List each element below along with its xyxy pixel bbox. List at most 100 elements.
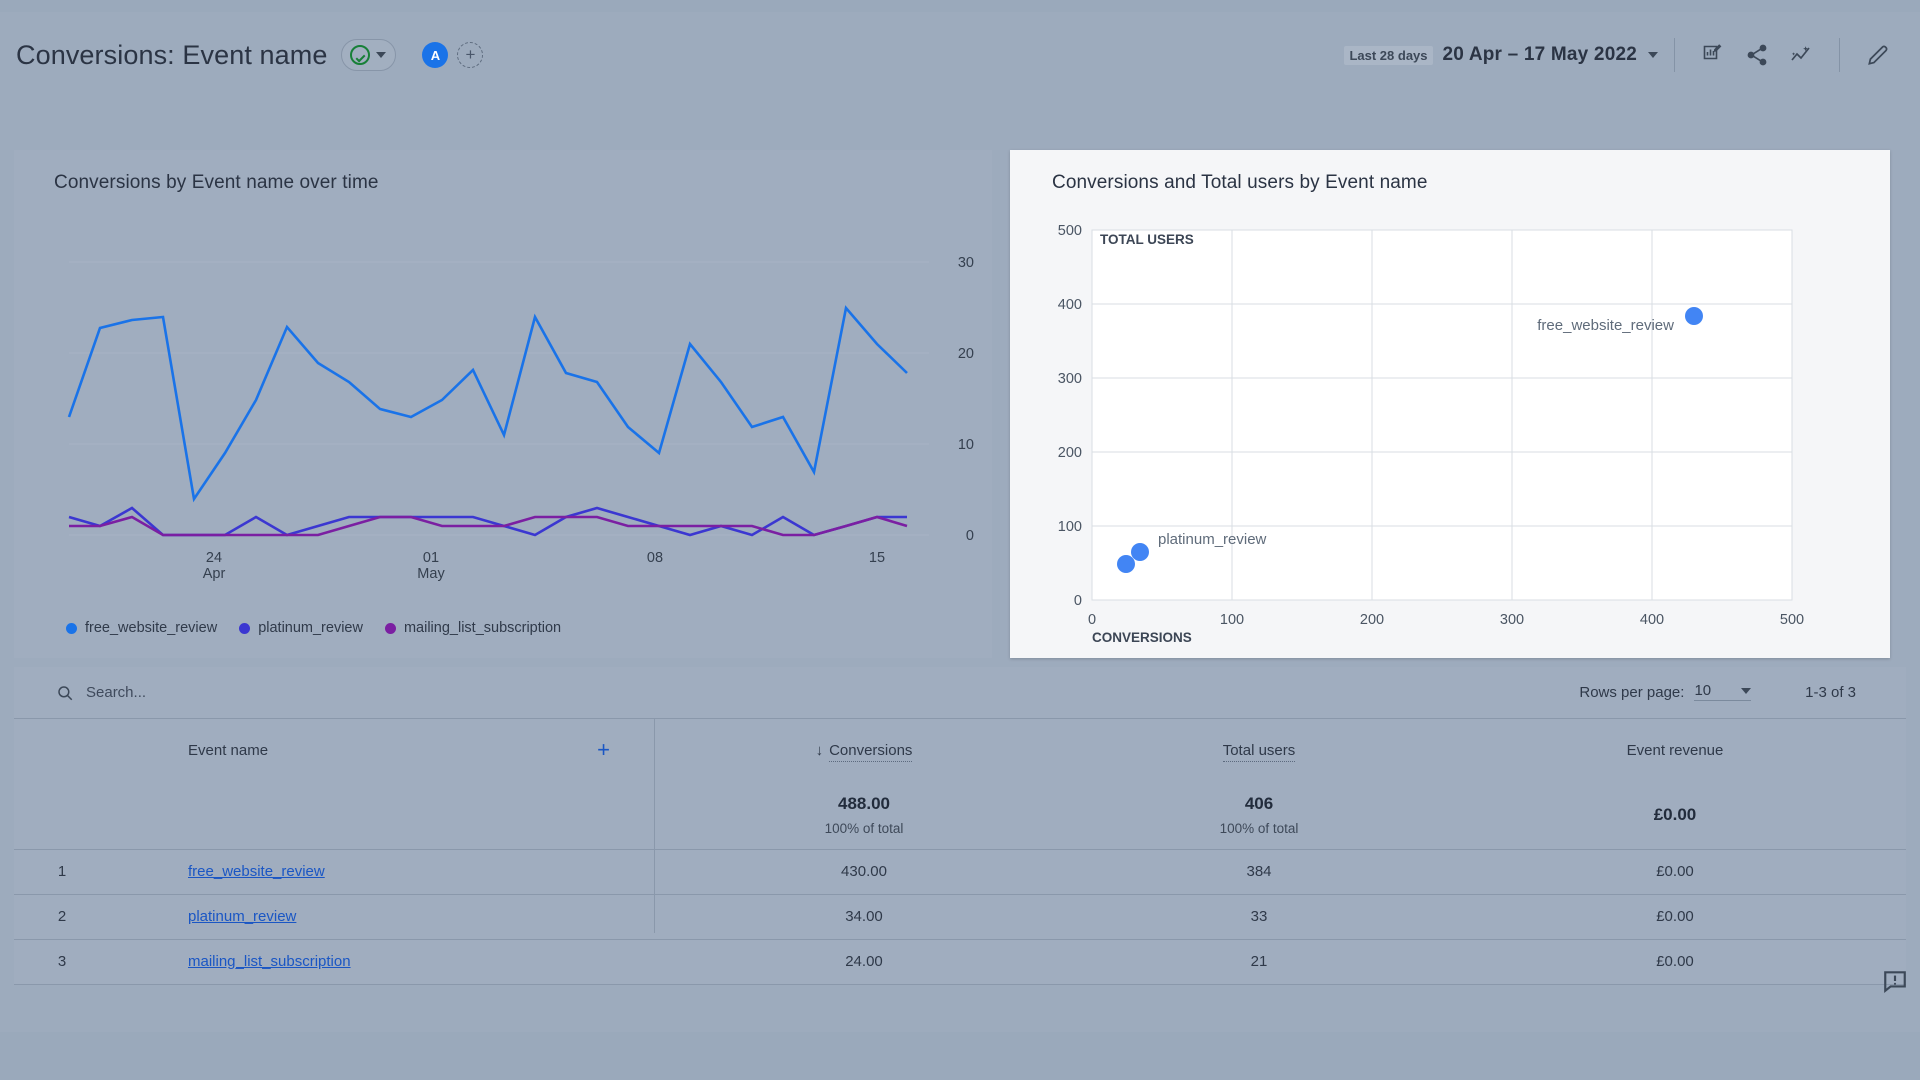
legend-label: platinum_review — [258, 620, 363, 636]
y-axis-ticks: 500 400 300 200 100 0 — [1058, 223, 1082, 609]
table-header-row: Event name + ↓Conversions Total users — [14, 719, 1906, 781]
legend-dot-icon — [385, 623, 396, 634]
title-block: Conversions: Event name A + — [0, 39, 483, 71]
search-box[interactable]: Search... — [14, 684, 146, 702]
svg-text:100: 100 — [1220, 612, 1244, 628]
svg-text:100: 100 — [1058, 519, 1082, 535]
add-user-button[interactable]: + — [457, 42, 483, 68]
row-index: 3 — [14, 939, 110, 984]
date-range-chevron-down-icon[interactable] — [1648, 52, 1658, 58]
header-conversions[interactable]: ↓Conversions — [654, 719, 1074, 781]
row-name-link[interactable]: free_website_review — [188, 863, 325, 880]
scatter-chart-plot: 500 400 300 200 100 0 0 100 200 300 — [1010, 206, 1890, 651]
edit-chart-icon[interactable] — [1691, 33, 1735, 77]
scatter-point-platinum-review — [1131, 543, 1149, 561]
row-name-cell[interactable]: platinum_review — [110, 894, 654, 939]
x-axis-title: CONVERSIONS — [1092, 630, 1192, 645]
charts-row: Conversions by Event name over time 30 — [14, 140, 1906, 660]
header-actions: Last 28 days 20 Apr – 17 May 2022 — [1344, 33, 1920, 77]
row-conversions: 430.00 — [654, 849, 1074, 894]
table-toolbar: Search... Rows per page: 10 1-3 of 3 — [14, 667, 1906, 719]
search-input[interactable]: Search... — [86, 684, 146, 701]
table-column-divider — [654, 719, 655, 933]
totals-index — [14, 781, 110, 849]
series-free-website-review — [69, 308, 907, 499]
scatter-chart-svg: 500 400 300 200 100 0 0 100 200 300 — [1010, 206, 1890, 646]
row-name-link[interactable]: mailing_list_subscription — [188, 953, 351, 970]
totals-total-users: 406 100% of total — [1074, 781, 1444, 849]
svg-text:May: May — [417, 566, 445, 582]
share-icon[interactable] — [1735, 33, 1779, 77]
status-dropdown[interactable] — [341, 39, 396, 71]
svg-text:0: 0 — [966, 528, 974, 544]
svg-text:200: 200 — [1058, 445, 1082, 461]
header-index — [14, 719, 110, 781]
svg-text:Apr: Apr — [203, 566, 226, 582]
svg-text:400: 400 — [1640, 612, 1664, 628]
row-total-users: 33 — [1074, 894, 1444, 939]
line-chart-svg: 30 20 10 0 24Apr 01May 08 15 — [14, 210, 992, 610]
totals-event-revenue: £0.00 — [1444, 781, 1906, 849]
row-name-cell[interactable]: mailing_list_subscription — [110, 939, 654, 984]
feedback-button[interactable] — [1878, 964, 1912, 998]
scatter-point-free-website-review — [1685, 307, 1703, 325]
table-row[interactable]: 2 platinum_review 34.00 33 £0.00 — [14, 894, 1906, 939]
row-name-cell[interactable]: free_website_review — [110, 849, 654, 894]
legend-item-platinum-review[interactable]: platinum_review — [239, 620, 363, 636]
svg-text:0: 0 — [1088, 612, 1096, 628]
legend-dot-icon — [239, 623, 250, 634]
scatter-point-mailing-list-subscription — [1117, 555, 1135, 573]
page-title: Conversions: Event name — [16, 40, 327, 71]
date-range-text[interactable]: 20 Apr – 17 May 2022 — [1443, 44, 1637, 66]
rows-per-page-value: 10 — [1694, 682, 1711, 699]
header-event-name[interactable]: Event name + — [110, 719, 654, 781]
pencil-icon[interactable] — [1856, 33, 1900, 77]
totals-conversions-value: 488.00 — [654, 794, 1074, 814]
rows-per-page-label: Rows per page: — [1579, 684, 1684, 701]
legend-dot-icon — [66, 623, 77, 634]
row-conversions: 24.00 — [654, 939, 1074, 984]
pagination-range: 1-3 of 3 — [1805, 684, 1856, 701]
svg-text:15: 15 — [869, 550, 885, 566]
row-event-revenue: £0.00 — [1444, 939, 1906, 984]
totals-total-users-value: 406 — [1074, 794, 1444, 814]
date-range-chip: Last 28 days — [1344, 46, 1432, 65]
sort-descending-icon: ↓ — [816, 742, 824, 759]
row-index: 2 — [14, 894, 110, 939]
x-axis-ticks: 24Apr 01May 08 15 — [203, 550, 885, 582]
scatter-label-free-website-review: free_website_review — [1537, 317, 1674, 334]
table-row[interactable]: 3 mailing_list_subscription 24.00 21 £0.… — [14, 939, 1906, 984]
add-dimension-button[interactable]: + — [597, 739, 610, 761]
table-row[interactable]: 1 free_website_review 430.00 384 £0.00 — [14, 849, 1906, 894]
row-name-link[interactable]: platinum_review — [188, 908, 296, 925]
scatter-chart-card: Conversions and Total users by Event nam… — [1010, 150, 1890, 658]
x-axis-ticks: 0 100 200 300 400 500 — [1088, 612, 1804, 628]
scatter-chart-title: Conversions and Total users by Event nam… — [1010, 150, 1890, 194]
data-table-card: Search... Rows per page: 10 1-3 of 3 — [14, 667, 1906, 985]
totals-total-users-sub: 100% of total — [1074, 821, 1444, 836]
header-event-revenue[interactable]: Event revenue — [1444, 719, 1906, 781]
totals-event-revenue-value: £0.00 — [1444, 805, 1906, 825]
totals-name — [110, 781, 654, 849]
row-total-users: 384 — [1074, 849, 1444, 894]
svg-text:30: 30 — [958, 255, 974, 271]
line-chart-legend: free_website_review platinum_review mail… — [66, 620, 561, 636]
check-circle-icon — [350, 45, 370, 65]
rows-chevron-down-icon — [1741, 688, 1751, 694]
row-event-revenue: £0.00 — [1444, 849, 1906, 894]
rows-per-page-select[interactable]: 10 — [1694, 682, 1751, 701]
line-chart-card: Conversions by Event name over time 30 — [14, 150, 992, 658]
legend-item-mailing-list-subscription[interactable]: mailing_list_subscription — [385, 620, 561, 636]
report-header: Conversions: Event name A + Last 28 days… — [0, 12, 1920, 98]
chevron-down-icon — [376, 52, 386, 58]
report-page: Conversions: Event name A + Last 28 days… — [0, 12, 1920, 1032]
legend-item-free-website-review[interactable]: free_website_review — [66, 620, 217, 636]
svg-text:20: 20 — [958, 346, 974, 362]
search-icon — [56, 684, 74, 702]
header-total-users-label: Total users — [1223, 742, 1296, 762]
row-total-users: 21 — [1074, 939, 1444, 984]
insights-icon[interactable] — [1779, 33, 1823, 77]
row-index: 1 — [14, 849, 110, 894]
avatar[interactable]: A — [422, 42, 448, 68]
header-total-users[interactable]: Total users — [1074, 719, 1444, 781]
